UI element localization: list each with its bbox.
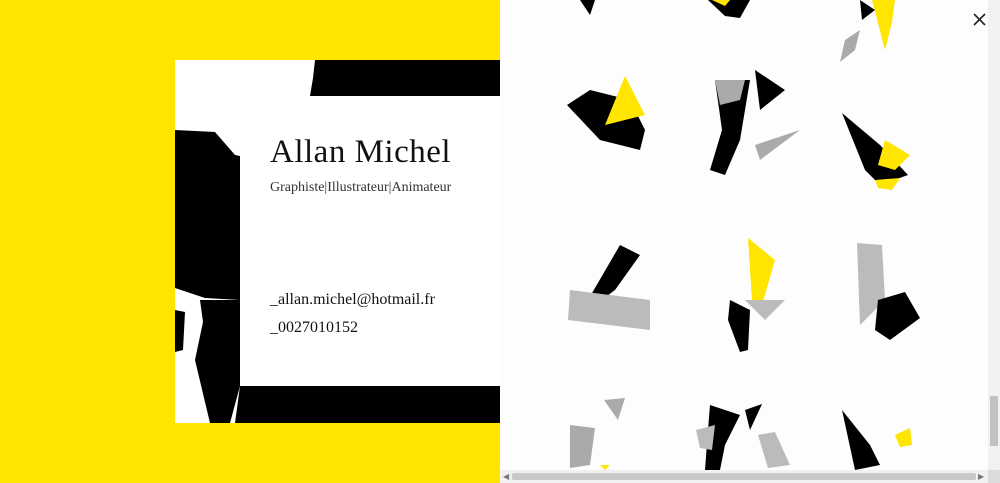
scroll-left-arrow-icon[interactable]: ◀	[503, 472, 509, 481]
card-name: Allan Michel	[270, 134, 452, 170]
card-email[interactable]: _allan.michel@hotmail.fr	[270, 291, 435, 309]
business-card	[175, 60, 500, 423]
scroll-right-arrow-icon[interactable]: ▶	[978, 472, 984, 481]
paper-cut-pattern	[567, 0, 920, 470]
card-phone: _0027010152	[270, 319, 358, 336]
vertical-scrollbar-thumb[interactable]	[990, 396, 998, 446]
pattern-illustration	[500, 0, 988, 470]
horizontal-scrollbar-thumb[interactable]	[512, 473, 976, 480]
card-roles: Graphiste|Illustrateur|Animateur	[270, 180, 452, 195]
scrollbar-corner	[988, 470, 1000, 483]
